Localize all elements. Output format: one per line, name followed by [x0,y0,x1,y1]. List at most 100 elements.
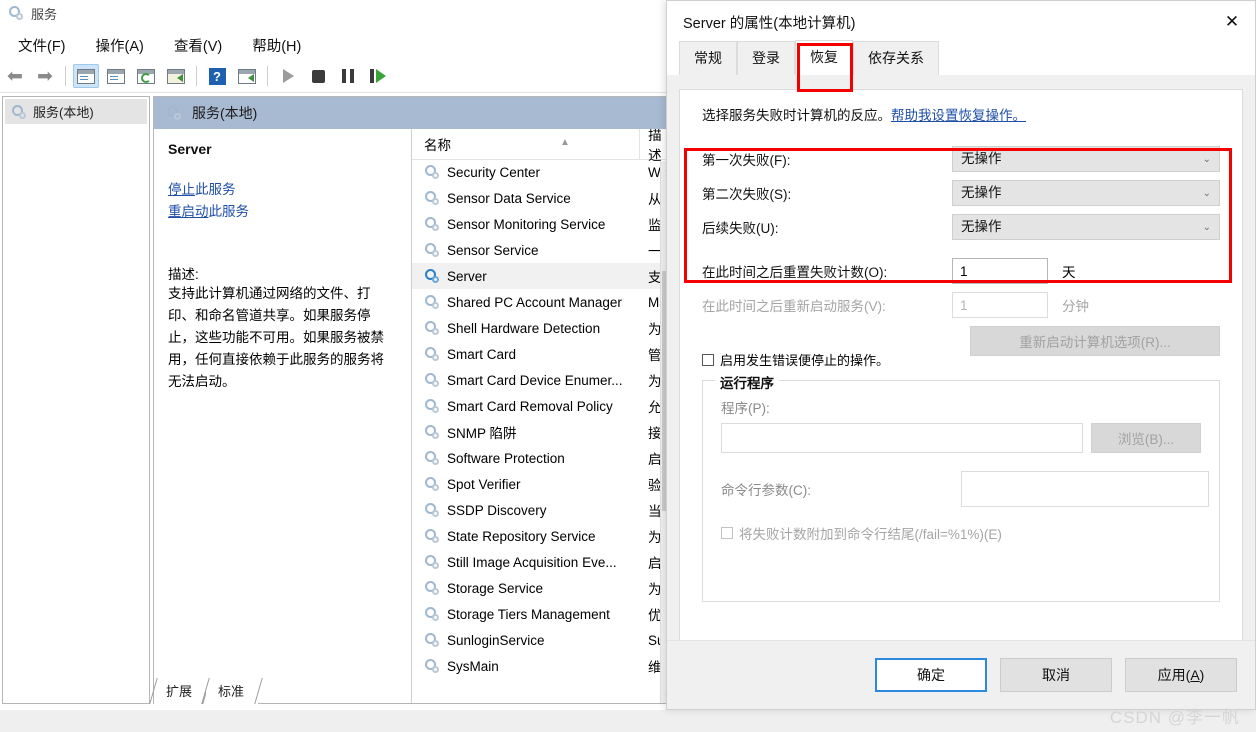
reset-fail-count-unit: 天 [1062,265,1076,280]
ok-button[interactable]: 确定 [875,658,987,692]
restart-computer-options-button[interactable]: 重新启动计算机选项(R)... [970,326,1220,356]
table-row[interactable]: Sensor Monitoring Service监视 [412,211,675,237]
append-fail-count-checkbox[interactable] [721,527,733,539]
table-row[interactable]: Server支持 [412,263,675,289]
description-heading: 描述: [168,267,199,282]
tab-recovery[interactable]: 恢复 [795,40,853,75]
service-name-text: Sensor Data Service [447,190,571,206]
service-name-text: Storage Service [447,580,544,596]
dialog-footer: 确定 取消 应用(A) [667,640,1255,709]
gear-icon [424,164,440,180]
tab-standard[interactable]: 标准 [206,678,259,704]
table-row[interactable]: Smart Card管理 [412,341,675,367]
browse-button[interactable]: 浏览(B)... [1091,423,1201,453]
window-title: 服务 [31,6,58,22]
menu-action[interactable]: 操作(A) [84,33,156,58]
chevron-down-icon: ⌄ [1202,221,1211,233]
tab-extended[interactable]: 扩展 [154,678,207,704]
stop-on-error-checkbox[interactable] [702,353,714,366]
refresh-icon[interactable] [133,64,159,88]
forward-arrow-icon[interactable]: ➡ [32,64,58,88]
export-list-icon[interactable] [163,64,189,88]
table-row[interactable]: Shared PC Account Manager Ma [412,289,675,315]
table-row[interactable]: State Repository Service为应 [412,523,675,549]
content-pane-body: Server 停止此服务 重启动此服务 描述: 支持此计算机通过网络的文件、打印… [154,129,675,703]
services-app-icon [8,5,24,21]
menu-help[interactable]: 帮助(H) [240,33,313,58]
view-tabs: 扩展 标准 [154,678,259,704]
service-name-text: Still Image Acquisition Eve... [447,554,617,570]
help-icon[interactable]: ? [204,64,230,88]
restart-service-icon[interactable] [365,64,391,88]
table-row[interactable]: SunloginService Su [412,627,675,653]
stop-on-error-checkbox-row[interactable]: 启用发生错误便停止的操作。 [702,350,889,369]
table-row[interactable]: Sensor Data Service从名 [412,185,675,211]
program-input[interactable] [721,423,1083,453]
show-hide-tree-icon[interactable] [73,64,99,88]
stop-link-text: 停止 [168,182,195,197]
start-service-icon[interactable] [275,64,301,88]
table-row[interactable]: Shell Hardware Detection为自 [412,315,675,341]
command-args-label: 命令行参数(C): [721,483,811,498]
menu-view[interactable]: 查看(V) [162,33,234,58]
tree-item-services-local[interactable]: 服务(本地) [5,99,147,124]
tab-logon[interactable]: 登录 [737,41,795,75]
table-row[interactable]: Still Image Acquisition Eve...启动 [412,549,675,575]
description-text: 支持此计算机通过网络的文件、打印、和命名管道共享。如果服务停止，这些功能不可用。… [168,286,384,389]
recovery-tab-panel: 选择服务失败时计算机的反应。帮助我设置恢复操作。 第一次失败(F): 无操作 ⌄… [679,89,1243,641]
tab-dependencies[interactable]: 依存关系 [853,41,939,75]
subsequent-failure-dropdown[interactable]: 无操作 ⌄ [952,214,1220,240]
table-row[interactable]: Sensor Service一项 [412,237,675,263]
gear-icon [424,424,440,440]
tab-general[interactable]: 常规 [679,41,737,75]
table-row[interactable]: Security Center WS [412,159,675,185]
list-rows: Security CenterWSSensor Data Service从名Se… [412,159,675,703]
append-fail-count-row[interactable]: 将失败计数附加到命令行结尾(/fail=%1%)(E) [703,507,1219,543]
service-name-cell: Sensor Monitoring Service [412,216,640,232]
close-icon[interactable]: ✕ [1209,1,1255,43]
table-row[interactable]: Smart Card Device Enumer...为给 [412,367,675,393]
properties-icon[interactable] [103,64,129,88]
dialog-tabs: 常规 登录 恢复 依存关系 [667,40,1255,75]
table-row[interactable]: Smart Card Removal Policy允许 [412,393,675,419]
cancel-button[interactable]: 取消 [1000,658,1112,692]
first-failure-dropdown[interactable]: 无操作 ⌄ [952,146,1220,172]
pause-service-icon[interactable] [335,64,361,88]
restart-service-link[interactable]: 重启动此服务 [168,201,397,223]
toolbar-separator [65,66,66,86]
content-pane: 服务(本地) Server 停止此服务 重启动此服务 描述: 支持此计算机通过网… [153,96,676,704]
table-row[interactable]: Spot Verifier验证 [412,471,675,497]
command-args-input[interactable] [961,471,1209,507]
table-row[interactable]: SNMP 陷阱接收 [412,419,675,445]
gear-icon [424,502,440,518]
recovery-intro: 选择服务失败时计算机的反应。帮助我设置恢复操作。 [680,90,1242,124]
stop-service-link[interactable]: 停止此服务 [168,179,397,201]
gear-icon [424,580,440,596]
gear-icon [424,372,440,388]
recovery-help-link[interactable]: 帮助我设置恢复操作。 [891,108,1026,123]
menu-file[interactable]: 文件(F) [6,33,78,58]
stop-service-icon[interactable] [305,64,331,88]
apply-button[interactable]: 应用(A) [1125,658,1237,692]
table-row[interactable]: Storage Service为存 [412,575,675,601]
service-name-text: Smart Card Removal Policy [447,398,613,414]
column-header-name[interactable]: 名称 ▲ [412,134,639,154]
service-name-text: Software Protection [447,450,565,466]
reset-fail-count-input[interactable]: 1 [952,258,1048,284]
table-row[interactable]: SysMain维护 [412,653,675,679]
program-label: 程序(P): [721,401,770,416]
service-name-cell: Server [412,268,640,284]
table-row[interactable]: Storage Tiers Management优化 [412,601,675,627]
table-row[interactable]: SSDP Discovery当发 [412,497,675,523]
first-failure-value: 无操作 [961,151,1002,167]
back-arrow-icon[interactable]: ⬅ [2,64,28,88]
second-failure-dropdown[interactable]: 无操作 ⌄ [952,180,1220,206]
table-row[interactable]: Software Protection启用 [412,445,675,471]
console-tree-pane: 服务(本地) [2,96,150,704]
chevron-down-icon: ⌄ [1202,187,1211,199]
restart-after-input[interactable]: 1 [952,292,1048,318]
run-program-group-label: 运行程序 [715,372,779,392]
service-name-cell: SunloginService [412,632,640,648]
gear-icon [424,216,440,232]
show-action-pane-icon[interactable] [234,64,260,88]
